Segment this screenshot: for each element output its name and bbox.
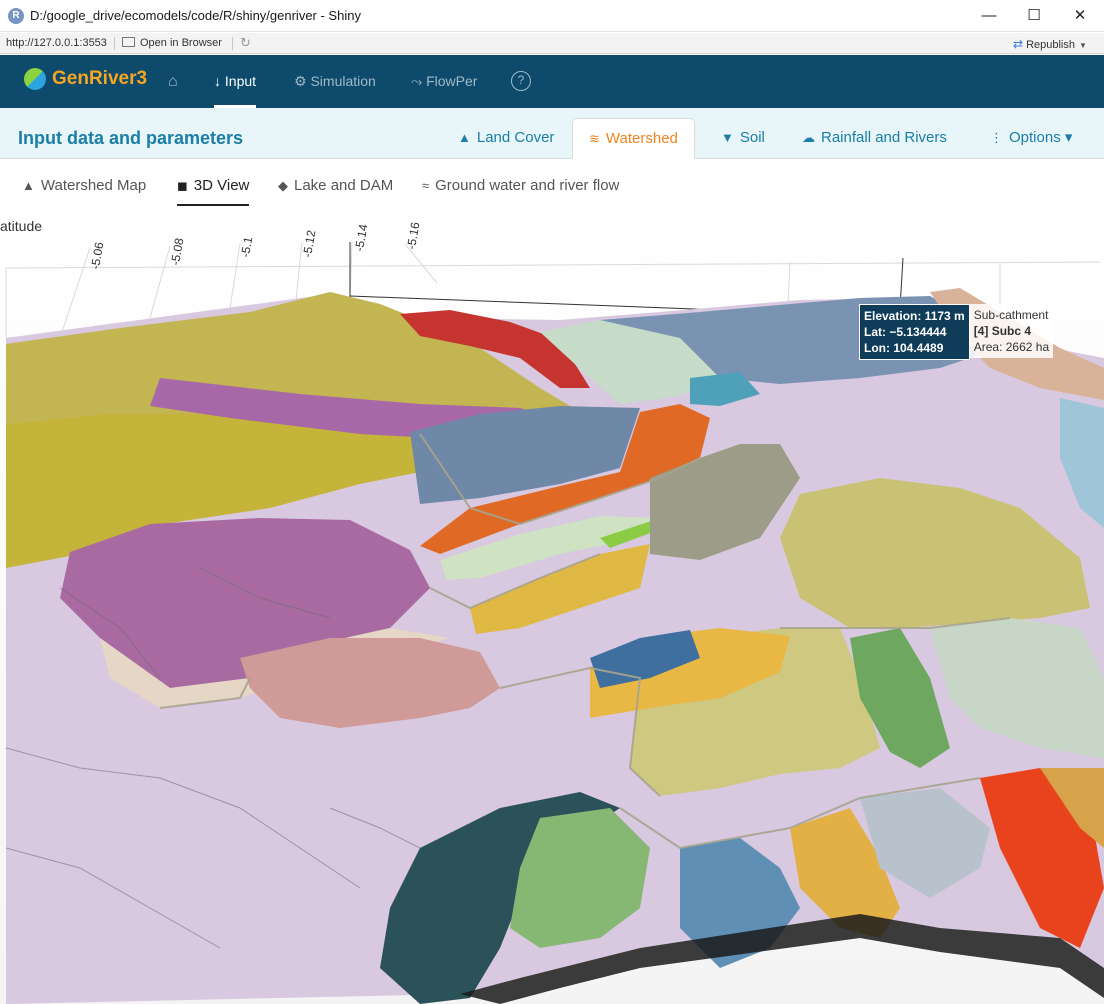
tab-watershed[interactable]: ≋ Watershed <box>572 118 695 159</box>
address-bar: http://127.0.0.1:3553 Open in Browser ↻ … <box>0 33 1104 54</box>
latitude-axis-title: atitude <box>0 218 43 234</box>
tab-label: Land Cover <box>476 129 555 146</box>
view-tabs: ▲ Watershed Map ◼ 3D View ◆ Lake and DAM ≈ G… <box>0 160 1104 208</box>
republish-icon: ⇄ <box>1013 37 1024 51</box>
tab-lake-and-dam[interactable]: ◆ Lake and DAM <box>278 168 393 206</box>
tooltip-lon: Lon: 104.4489 <box>864 341 944 355</box>
tooltip-subc: [4] Subc 4 <box>973 324 1032 338</box>
tab-3d-view[interactable]: ◼ 3D View <box>177 168 250 206</box>
republish-button[interactable]: ⇄ Republish ▼ <box>1013 37 1087 51</box>
tab-label: Ground water and river flow <box>435 177 620 194</box>
r-app-icon: R <box>8 8 24 24</box>
tab-watershed-map[interactable]: ▲ Watershed Map <box>22 168 146 206</box>
open-in-browser-button[interactable]: Open in Browser <box>122 37 222 49</box>
maximize-button[interactable]: ☐ <box>1011 0 1057 32</box>
chevron-down-icon: ▼ <box>1078 41 1087 50</box>
arrow-down-icon: ↓ <box>214 73 221 89</box>
tooltip-layer: Sub-cathment <box>973 308 1049 322</box>
genriver-logo-icon <box>24 68 46 90</box>
water-waves-icon: ≈ <box>422 178 430 193</box>
tab-label: 3D View <box>193 177 250 194</box>
tooltip-lat: Lat: −5.134444 <box>864 325 947 339</box>
tab-ground-water-river-flow[interactable]: ≈ Ground water and river flow <box>422 168 619 206</box>
brand[interactable]: GenRiver3 <box>24 68 147 94</box>
water-icon: ≋ <box>589 131 600 146</box>
caret-down-icon: ▾ <box>1064 129 1073 146</box>
window-title: D:/google_drive/ecomodels/code/R/shiny/g… <box>30 8 361 23</box>
mountain-icon: ▲ <box>22 178 35 193</box>
minimize-button[interactable]: — <box>966 0 1012 32</box>
close-button[interactable]: ✕ <box>1057 0 1103 32</box>
cloud-icon: ☁ <box>802 130 815 145</box>
tab-rainfall-and-rivers[interactable]: ☁ Rainfall and Rivers <box>786 118 963 159</box>
nav-flowper[interactable]: ⤳ FlowPer <box>411 55 477 108</box>
cube-icon: ◼ <box>177 178 188 193</box>
nav-input[interactable]: ↓ Input <box>214 55 257 108</box>
tooltip-elevation: Elevation: 1173 m <box>864 309 965 323</box>
window-titlebar: R D:/google_drive/ecomodels/code/R/shiny… <box>0 0 1104 32</box>
tooltip-area: Area: 2662 ha <box>973 340 1050 354</box>
tab-soil[interactable]: ▼ Soil <box>705 118 781 159</box>
tab-label: Soil <box>739 129 765 146</box>
page-title: Input data and parameters <box>18 128 244 148</box>
nav-input-label: Input <box>224 73 257 89</box>
divider <box>114 37 115 50</box>
tab-label: Watershed <box>605 130 678 147</box>
soil-icon: ▼ <box>721 130 734 145</box>
tab-label: Lake and DAM <box>294 177 394 194</box>
app-navbar: GenRiver3 ⌂ ↓ Input ⚙ Simulation ⤳ FlowP… <box>0 55 1104 108</box>
brand-name: GenRiver3 <box>52 68 148 89</box>
hover-tooltip: Elevation: 1173 m Lat: −5.134444 Lon: 10… <box>859 304 1054 360</box>
nav-simulation[interactable]: ⚙ Simulation <box>294 55 376 108</box>
open-in-browser-label: Open in Browser <box>140 37 222 49</box>
tab-label: Rainfall and Rivers <box>821 129 947 146</box>
divider <box>232 37 233 50</box>
refresh-icon[interactable]: ↻ <box>240 35 251 51</box>
gears-icon: ⚙ <box>294 73 307 89</box>
help-icon[interactable]: ? <box>511 71 531 91</box>
url-text[interactable]: http://127.0.0.1:3553 <box>6 37 107 49</box>
3d-terrain-plot[interactable]: atitude -5.06 -5.08 -5.1 -5.12 -5.14 -5.… <box>0 208 1104 1004</box>
tooltip-coordinates: Elevation: 1173 m Lat: −5.134444 Lon: 10… <box>859 304 970 360</box>
nav-simulation-label: Simulation <box>310 73 376 89</box>
tab-options-dropdown[interactable]: ⋮ Options ▾ <box>974 118 1088 159</box>
kebab-icon: ⋮ <box>990 130 1003 145</box>
tab-label: Watershed Map <box>40 177 147 194</box>
nav-flowper-label: FlowPer <box>426 73 478 89</box>
browser-window-icon <box>122 37 135 47</box>
tab-land-cover[interactable]: ▲ Land Cover <box>442 118 570 159</box>
home-icon[interactable]: ⌂ <box>168 55 178 108</box>
tooltip-subcatchment: Sub-cathment [4] Subc 4 Area: 2662 ha <box>969 304 1054 358</box>
tree-icon: ▲ <box>458 130 471 145</box>
republish-label: Republish <box>1026 39 1075 51</box>
input-subheader: Input data and parameters ▲ Land Cover ≋ W… <box>0 108 1104 159</box>
flow-icon: ⤳ <box>411 73 423 89</box>
tab-label: Options <box>1009 129 1061 146</box>
fish-icon: ◆ <box>278 178 288 193</box>
